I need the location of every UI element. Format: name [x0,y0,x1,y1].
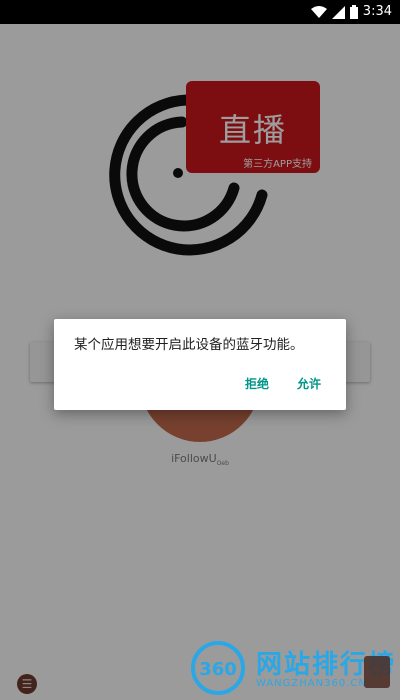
corner-app-icon [364,656,390,688]
battery-icon [349,5,358,19]
watermark-360-logo-icon: 360 [191,641,245,695]
watermark-badge: 360 [199,659,237,680]
bluetooth-permission-dialog: 某个应用想要开启此设备的蓝牙功能。 拒绝 允许 [54,319,346,410]
status-time: 3:34 [362,4,392,19]
status-icons: 3:34 [310,3,392,21]
status-bar: 3:34 [0,0,400,24]
wifi-icon [310,5,327,18]
watermark-subtext: WANGZHAN360.CN [256,678,367,689]
signal-icon [331,5,345,19]
deny-button[interactable]: 拒绝 [237,369,277,398]
dialog-message: 某个应用想要开启此设备的蓝牙功能。 [74,337,304,353]
allow-button[interactable]: 允许 [289,369,329,398]
